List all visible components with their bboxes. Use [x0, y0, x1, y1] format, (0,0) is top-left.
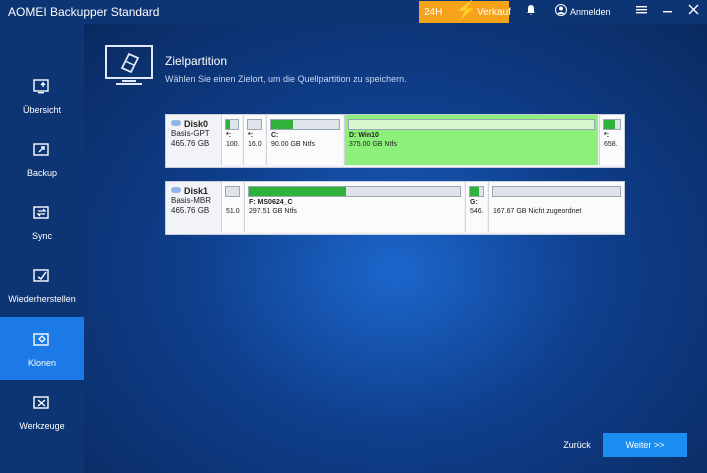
clone-icon: [32, 330, 52, 350]
partition-name: *:: [604, 132, 610, 139]
sidebar-item-overview[interactable]: Übersicht: [0, 64, 84, 127]
sidebar-item-backup[interactable]: Backup: [0, 127, 84, 190]
partition-name: *:: [248, 132, 254, 139]
disk-name: Disk1: [184, 186, 209, 196]
partition-size: 375.00 GB Ntfs: [349, 141, 397, 148]
promo-badge: 24H: [424, 7, 443, 18]
partition-size: 167.67 GB Nicht zugeordnet: [493, 208, 582, 215]
usage-bar: [225, 186, 240, 197]
partition-size: 16.0: [248, 141, 262, 148]
disk-size: 465.76 GB: [171, 139, 210, 148]
sidebar: Übersicht Backup Sync Wiederherstellen K…: [0, 24, 84, 473]
sidebar-item-label: Wiederherstellen: [8, 294, 76, 304]
restore-icon: [32, 266, 52, 286]
usage-bar: [492, 186, 621, 197]
app-title: AOMEI Backupper Standard: [8, 5, 160, 19]
partition-name: C:: [271, 132, 279, 139]
usage-bar: [348, 119, 595, 130]
usage-bar: [469, 186, 484, 197]
disk-type: Basis-GPT: [171, 129, 210, 138]
menu-icon[interactable]: [636, 4, 647, 18]
promo-banner[interactable]: 24H ⚡ Verkauf: [419, 0, 511, 23]
usage-bar: [247, 119, 262, 130]
next-button[interactable]: Weiter >>: [603, 433, 687, 457]
sidebar-item-label: Werkzeuge: [19, 421, 65, 431]
main-panel: Zielpartition Wählen Sie einen Zielort, …: [84, 24, 707, 473]
promo-label: Verkauf: [477, 7, 511, 18]
disk-size: 465.76 GB: [171, 206, 210, 215]
title-bar: AOMEI Backupper Standard 24H ⚡ Verkauf A…: [0, 0, 707, 24]
partition-disk0-d-selected[interactable]: D: Win10 375.00 GB Ntfs: [344, 115, 598, 165]
partition-name: G:: [470, 199, 478, 206]
page-title: Zielpartition: [165, 54, 228, 68]
partition-size: 297.51 GB Ntfs: [249, 208, 297, 215]
backup-icon: [32, 140, 52, 160]
partition-disk0-5[interactable]: *: 658.: [599, 115, 624, 165]
sidebar-item-tools[interactable]: Werkzeuge: [0, 380, 84, 443]
minimize-icon[interactable]: [662, 4, 673, 18]
partition-disk1-g[interactable]: G: 546.: [465, 182, 487, 232]
disk-info: Disk0 Basis-GPT 465.76 GB: [171, 119, 210, 149]
sidebar-item-label: Sync: [31, 231, 52, 241]
overview-icon: [32, 77, 52, 97]
sidebar-item-clone[interactable]: Klonen: [0, 317, 84, 380]
partition-disk0-1[interactable]: *: 100.: [221, 115, 242, 165]
disk-icon: [171, 120, 181, 126]
partition-disk1-1[interactable]: 51.0: [221, 182, 243, 232]
user-icon[interactable]: [555, 4, 567, 19]
disk-name: Disk0: [184, 119, 209, 129]
partition-name: *:: [226, 132, 232, 139]
target-partition-icon: [104, 44, 154, 88]
sidebar-item-label: Übersicht: [22, 105, 61, 115]
disk-info: Disk1 Basis-MBR 465.76 GB: [171, 186, 211, 216]
partition-name: D: Win10: [349, 132, 379, 139]
partition-size: 100.: [226, 141, 240, 148]
sidebar-item-sync[interactable]: Sync: [0, 190, 84, 253]
partition-size: 90.00 GB Ntfs: [271, 141, 315, 148]
disk-1: Disk1 Basis-MBR 465.76 GB 51.0 F: MS0624…: [165, 181, 625, 235]
usage-fill: [271, 120, 293, 129]
sync-icon: [32, 203, 52, 223]
usage-fill: [249, 187, 347, 196]
bell-icon[interactable]: [525, 4, 537, 19]
disk-0: Disk0 Basis-GPT 465.76 GB *: 100. *: 16.…: [165, 114, 625, 168]
partition-size: 51.0: [226, 208, 240, 215]
partition-disk0-2[interactable]: *: 16.0: [243, 115, 265, 165]
usage-bar: [603, 119, 621, 130]
partition-disk1-f[interactable]: F: MS0624_C 297.51 GB Ntfs: [244, 182, 464, 232]
usage-bar: [270, 119, 340, 130]
sidebar-item-label: Backup: [26, 168, 58, 178]
close-icon[interactable]: [688, 4, 699, 18]
sidebar-item-restore[interactable]: Wiederherstellen: [0, 253, 84, 316]
lightning-icon: ⚡: [455, 0, 478, 20]
disk-icon: [171, 187, 181, 193]
tools-icon: [32, 393, 52, 413]
partition-name: F: MS0624_C: [249, 199, 293, 206]
partition-size: 546.: [470, 208, 484, 215]
back-button[interactable]: Zurück: [552, 433, 602, 457]
usage-bar: [248, 186, 461, 197]
disk-type: Basis-MBR: [171, 196, 212, 205]
sidebar-item-label: Klonen: [27, 358, 57, 368]
usage-bar: [225, 119, 239, 130]
partition-size: 658.: [604, 141, 618, 148]
usage-fill: [226, 120, 231, 129]
partition-disk0-c[interactable]: C: 90.00 GB Ntfs: [266, 115, 343, 165]
partition-disk1-unallocated[interactable]: 167.67 GB Nicht zugeordnet: [488, 182, 624, 232]
login-link[interactable]: Anmelden: [570, 7, 611, 17]
usage-fill: [470, 187, 480, 196]
usage-fill: [604, 120, 616, 129]
page-subtitle: Wählen Sie einen Zielort, um die Quellpa…: [165, 74, 407, 84]
